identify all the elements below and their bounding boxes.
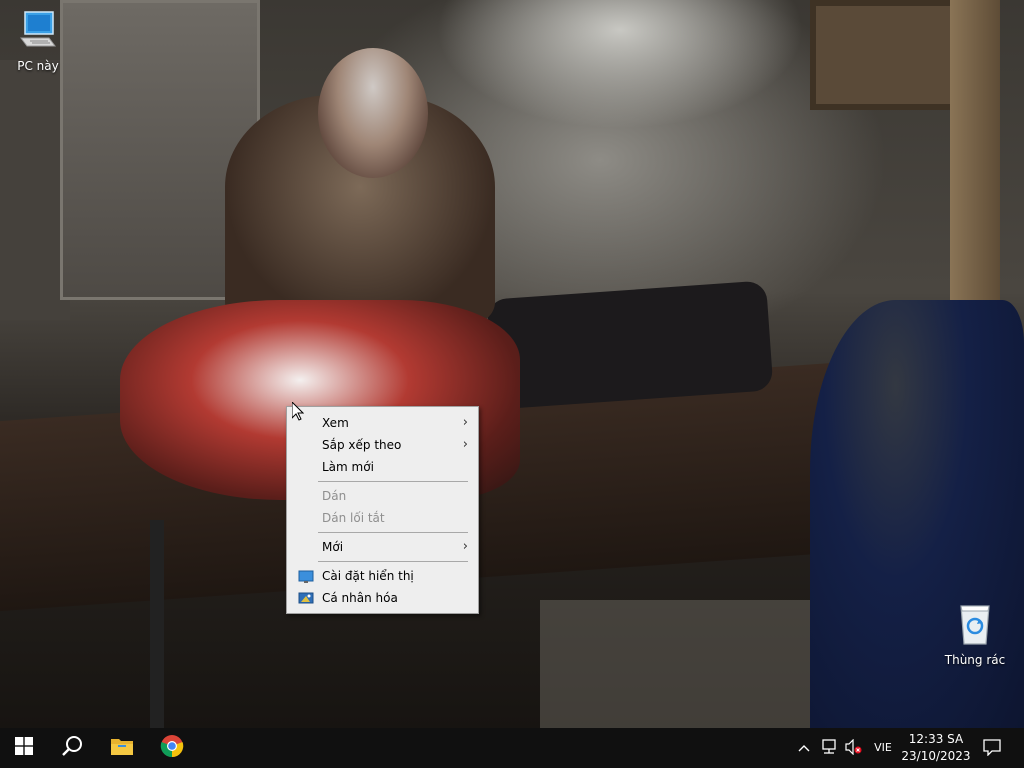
action-center-button[interactable] [980, 728, 1004, 768]
menu-separator [318, 481, 468, 482]
search-button[interactable] [48, 728, 96, 768]
menu-item-paste-shortcut[interactable]: Dán lối tắt [289, 507, 476, 529]
windows-start-icon [15, 737, 33, 759]
menu-item-label: Mới [322, 540, 344, 554]
chevron-right-icon: › [462, 415, 468, 430]
menu-item-label: Dán [322, 489, 347, 503]
start-button[interactable] [0, 728, 48, 768]
menu-item-refresh[interactable]: Làm mới [289, 456, 476, 478]
menu-separator [318, 561, 468, 562]
recycle-bin-icon [937, 602, 1013, 649]
chevron-right-icon: › [462, 437, 468, 452]
menu-item-label: Xem [322, 416, 349, 430]
input-language-indicator[interactable]: VIE [868, 728, 898, 768]
menu-item-new[interactable]: Mới › [289, 536, 476, 558]
menu-item-display-settings[interactable]: Cài đặt hiển thị [289, 565, 476, 587]
mouse-cursor-icon [291, 400, 305, 425]
desktop-icon-label: Thùng rác [944, 653, 1006, 667]
desktop-icon-recycle-bin[interactable]: Thùng rác [937, 602, 1013, 667]
clock-time: 12:33 SA [908, 732, 964, 746]
this-pc-icon [0, 8, 76, 55]
taskbar: VIE 12:33 SA 23/10/2023 [0, 728, 1024, 768]
file-explorer-button[interactable] [98, 728, 146, 768]
notification-icon [983, 738, 1001, 759]
menu-separator [318, 532, 468, 533]
menu-item-paste[interactable]: Dán [289, 485, 476, 507]
menu-item-personalize[interactable]: Cá nhân hóa [289, 587, 476, 609]
network-icon [820, 738, 838, 758]
clock[interactable]: 12:33 SA 23/10/2023 [900, 728, 972, 768]
menu-item-view[interactable]: Xem › [289, 412, 476, 434]
search-icon [61, 735, 83, 761]
network-button[interactable] [818, 728, 840, 768]
show-hidden-icons-button[interactable] [795, 728, 813, 768]
chevron-up-icon [798, 741, 810, 755]
menu-item-sort-by[interactable]: Sắp xếp theo › [289, 434, 476, 456]
volume-button[interactable] [842, 728, 864, 768]
menu-item-label: Làm mới [322, 460, 374, 474]
desktop-icon-label: PC này [17, 59, 59, 73]
desktop-icon-this-pc[interactable]: PC này [0, 8, 76, 73]
chrome-button[interactable] [148, 728, 196, 768]
volume-muted-icon [844, 738, 862, 758]
chrome-icon [160, 734, 184, 762]
menu-item-label: Dán lối tắt [322, 511, 385, 525]
file-explorer-icon [110, 736, 134, 760]
menu-item-label: Cá nhân hóa [322, 591, 398, 605]
menu-item-label: Sắp xếp theo [322, 438, 402, 452]
desktop-context-menu: Xem › Sắp xếp theo › Làm mới Dán Dán lối… [286, 406, 479, 614]
menu-item-label: Cài đặt hiển thị [322, 569, 414, 583]
desktop-wallpaper [0, 0, 1024, 728]
personalize-icon [298, 591, 314, 613]
chevron-right-icon: › [462, 539, 468, 554]
clock-date: 23/10/2023 [901, 749, 971, 763]
